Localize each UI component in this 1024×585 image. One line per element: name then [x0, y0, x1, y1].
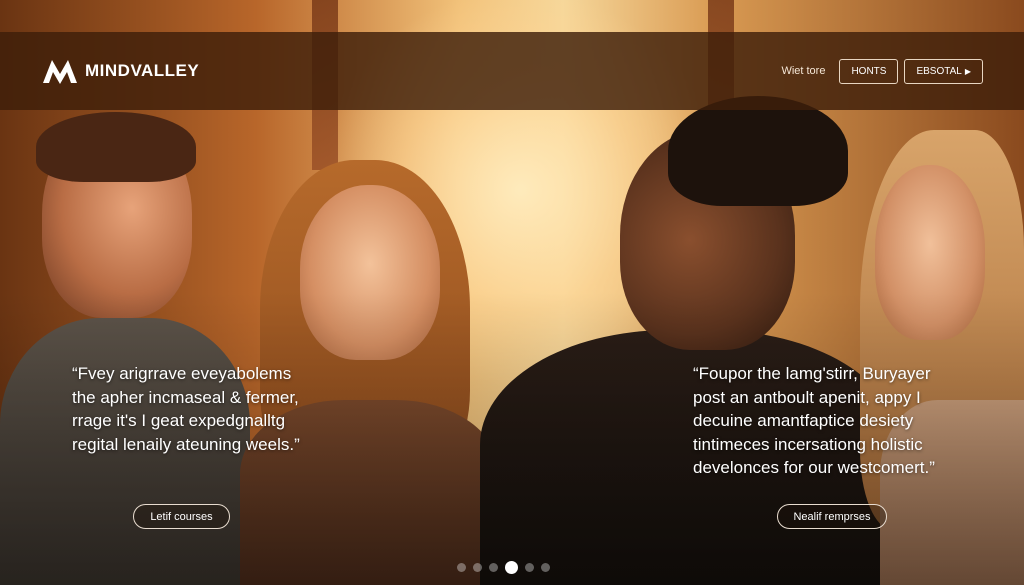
honts-button-label: HONTS — [851, 65, 887, 77]
nav-link[interactable]: Wiet tore — [781, 65, 825, 77]
quote-line: tintimeces incersationg holistic — [693, 434, 923, 454]
honts-button[interactable]: HONTS — [839, 58, 899, 84]
right-cta-button[interactable]: Nealif remprses — [777, 504, 887, 529]
carousel-dot[interactable] — [541, 563, 550, 572]
quote-line: decuine amantfaptice desiety — [693, 411, 914, 430]
site-header: MINDVALLEY Wiet tore HONTS EBSOTAL ▶ — [0, 32, 1024, 110]
quote-line: develonces for our westcomert.” — [693, 458, 935, 477]
quote-line: “Fvey arigrrave eveyabolems — [72, 364, 292, 383]
carousel-dots — [457, 561, 550, 574]
logo[interactable]: MINDVALLEY — [41, 57, 199, 85]
ebsotal-button-label: EBSOTAL — [916, 65, 962, 77]
caret-right-icon: ▶ — [964, 66, 971, 76]
quote-line: the apher incmaseal & fermer, — [72, 387, 299, 407]
logo-text: MINDVALLEY — [85, 61, 200, 80]
carousel-dot[interactable] — [473, 563, 482, 572]
quote-line: “Foupor the lamg'stirr, Buryayer — [693, 364, 931, 383]
quote-line: post an antboult apenit, appy I — [693, 387, 921, 407]
carousel-dot[interactable] — [489, 563, 498, 572]
testimonial-right: “Foupor the lamg'stirr, Buryayer post an… — [693, 362, 983, 480]
ebsotal-button[interactable]: EBSOTAL ▶ — [904, 58, 983, 84]
right-cta-label: Nealif remprses — [793, 510, 871, 523]
quote-line: regital lenaily ateuning weels.” — [72, 434, 300, 454]
left-cta-button[interactable]: Letif courses — [133, 504, 230, 529]
left-cta-label: Letif courses — [150, 510, 213, 523]
hero-section: MINDVALLEY Wiet tore HONTS EBSOTAL ▶ “Fv… — [0, 0, 1024, 585]
carousel-dot[interactable] — [457, 563, 466, 572]
testimonial-left: “Fvey arigrrave eveyabolems the apher in… — [72, 362, 352, 456]
carousel-dot[interactable] — [525, 563, 534, 572]
carousel-dot-active[interactable] — [505, 561, 518, 574]
mindvalley-logo-icon — [43, 60, 77, 84]
header-nav: Wiet tore HONTS EBSOTAL ▶ — [781, 58, 983, 84]
quote-line: rrage it's I geat expedgnalltg — [72, 411, 286, 430]
